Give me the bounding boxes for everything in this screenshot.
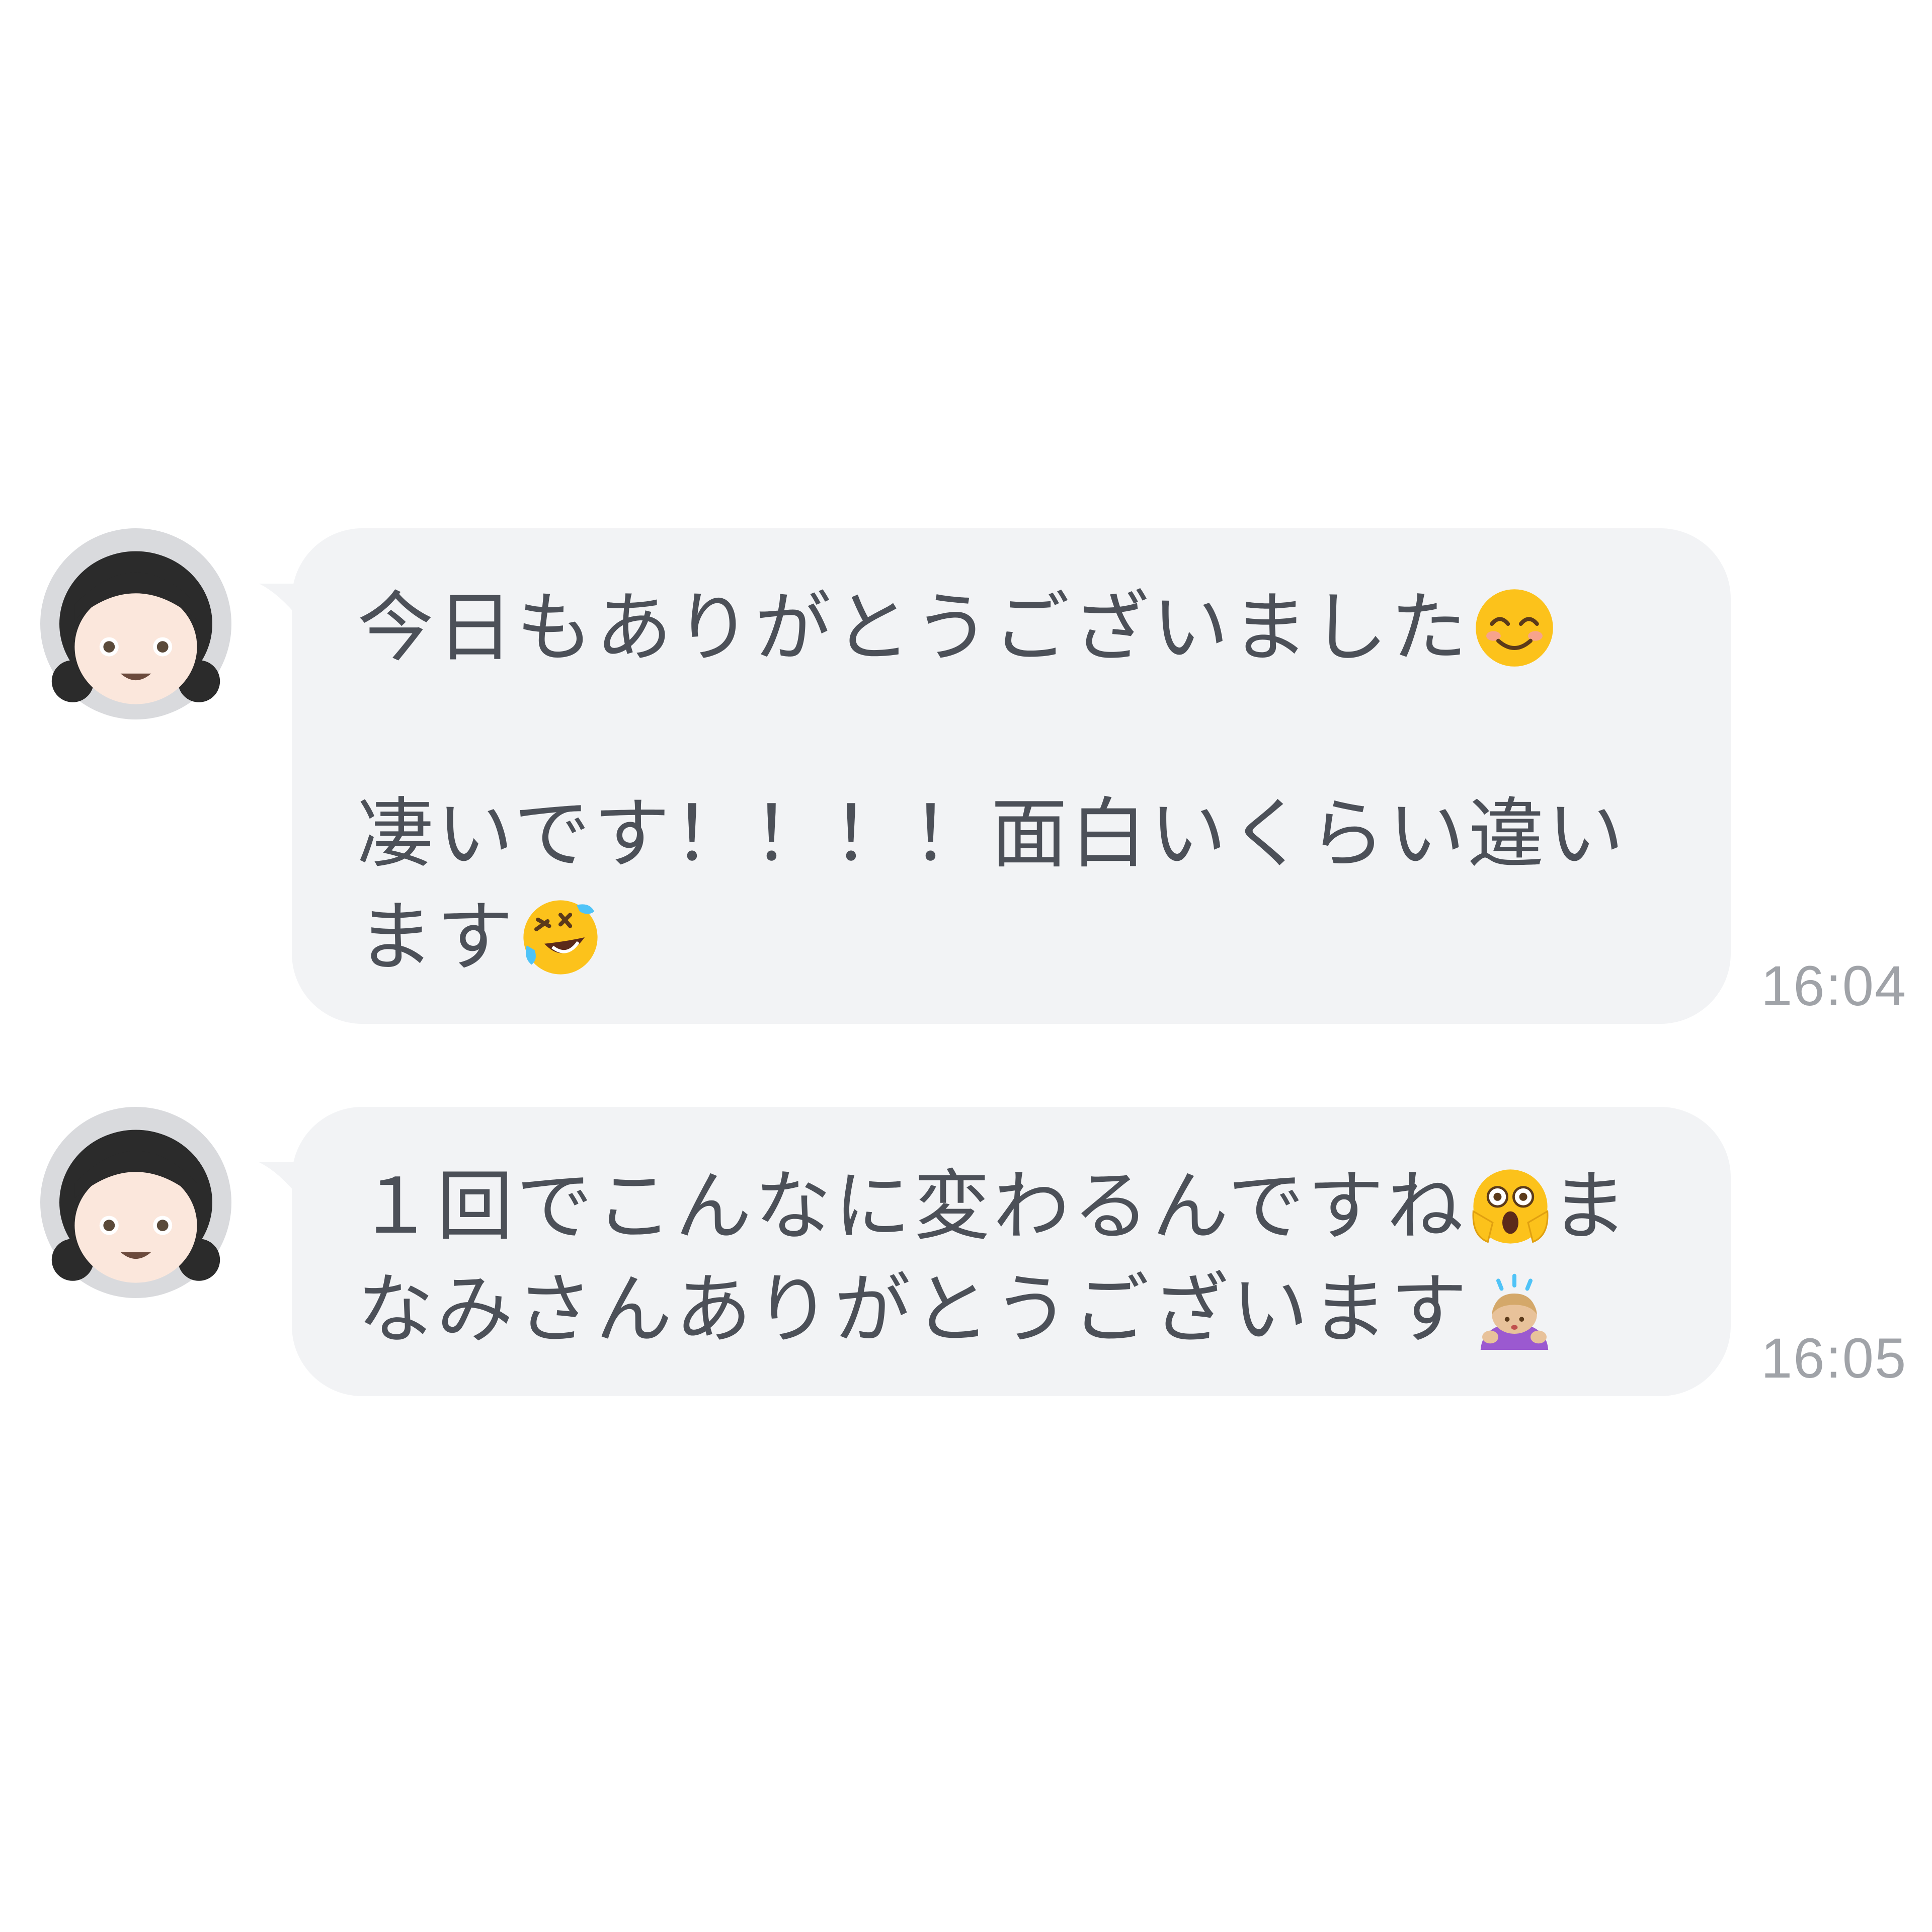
rolling-on-floor-laughing-icon (520, 897, 601, 978)
person-bowing-icon (1474, 1269, 1555, 1350)
smiling-face-icon (1474, 588, 1555, 668)
astonished-face-icon (1470, 1166, 1551, 1247)
message-bubble[interactable]: １回でこんなに変わるんですね ま なみさんありがとうございます (292, 1107, 1731, 1396)
message-timestamp: 16:04 (1761, 954, 1907, 1017)
message-text: ます (357, 893, 516, 982)
message-timestamp: 16:05 (1761, 1327, 1907, 1390)
message-text: なみさんありがとうございます (357, 1265, 1470, 1354)
avatar[interactable] (40, 1107, 231, 1298)
girl-avatar-icon (40, 528, 231, 719)
message-text: 今日もありがとうございました (357, 583, 1470, 672)
avatar[interactable] (40, 528, 231, 719)
girl-avatar-icon (40, 1107, 231, 1298)
message-text: １回でこんなに変わるんですね (357, 1162, 1467, 1251)
message-line: なみさんありがとうございます (357, 1258, 1675, 1361)
message-line: 凄いです！！！！面白いくらい違い (357, 782, 1675, 886)
message-line: ます (357, 886, 1675, 989)
message-bubble[interactable]: 今日もありがとうございました 凄いです！！！！面白いくらい違い ます (292, 528, 1731, 1024)
message-line: １回でこんなに変わるんですね ま (357, 1155, 1675, 1258)
message-text: ま (1551, 1162, 1631, 1251)
message-text: 凄いです！！！！面白いくらい違い (357, 789, 1627, 878)
message-line: 今日もありがとうございました (357, 576, 1675, 679)
